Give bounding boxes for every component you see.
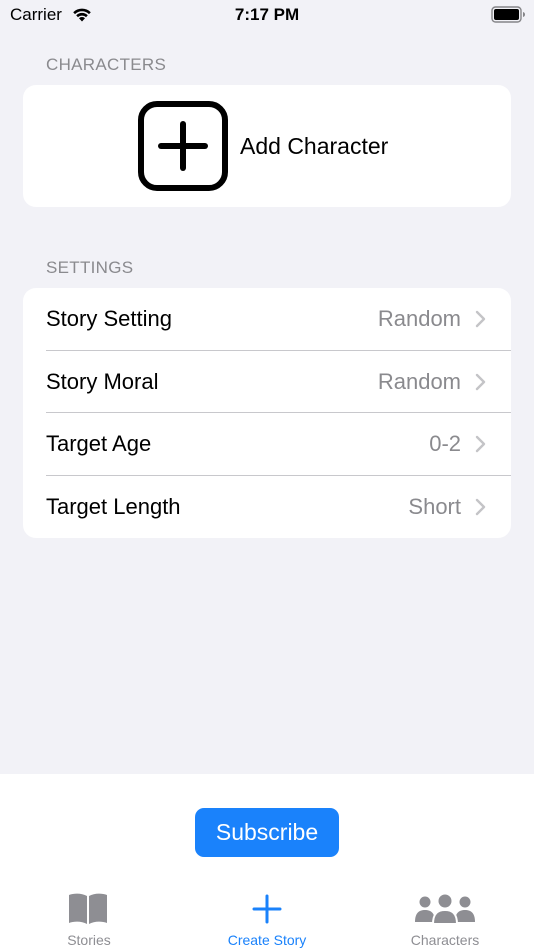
setting-row-story-moral[interactable]: Story Moral Random: [23, 351, 511, 413]
tab-create-story[interactable]: Create Story: [178, 886, 356, 950]
setting-value: Random: [377, 368, 461, 394]
add-character-label: Add Character: [240, 133, 389, 159]
status-bar: Carrier 7:17 PM: [0, 0, 534, 30]
settings-section-header: SETTINGS: [46, 258, 134, 277]
chevron-right-icon: [475, 435, 486, 453]
clock-time: 7:17 PM: [234, 5, 300, 24]
battery-icon: [491, 6, 525, 23]
setting-row-story-setting[interactable]: Story Setting Random: [23, 288, 511, 351]
setting-value: Random: [377, 306, 461, 331]
book-icon: [69, 893, 107, 924]
settings-card: Story Setting Random Story Moral Random …: [23, 288, 511, 538]
add-character-button[interactable]: Add Character: [23, 85, 511, 207]
chevron-right-icon: [475, 373, 486, 390]
tab-label: Create Story: [227, 932, 307, 948]
setting-value: 0-2: [429, 431, 461, 456]
bottom-panel: Subscribe Stories Create Story Character…: [0, 774, 534, 950]
setting-row-target-length[interactable]: Target Length Short: [23, 476, 511, 539]
tab-characters[interactable]: Characters: [356, 886, 534, 950]
plus-square-icon: [138, 101, 228, 191]
setting-label: Story Moral: [46, 368, 159, 394]
tab-label: Stories: [67, 932, 111, 948]
chevron-right-icon: [475, 310, 486, 328]
subscribe-button[interactable]: Subscribe: [195, 808, 339, 857]
setting-label: Target Length: [46, 493, 181, 519]
people-icon: [415, 894, 475, 925]
plus-icon: [252, 894, 282, 924]
characters-section-header: CHARACTERS: [46, 55, 167, 74]
setting-row-target-age[interactable]: Target Age 0-2: [23, 413, 511, 476]
tab-stories[interactable]: Stories: [0, 886, 178, 950]
chevron-right-icon: [475, 498, 486, 515]
setting-value: Short: [408, 493, 461, 519]
characters-card: Add Character: [23, 85, 511, 207]
setting-label: Story Setting: [46, 306, 172, 331]
tab-label: Characters: [410, 932, 480, 948]
setting-label: Target Age: [46, 431, 152, 456]
